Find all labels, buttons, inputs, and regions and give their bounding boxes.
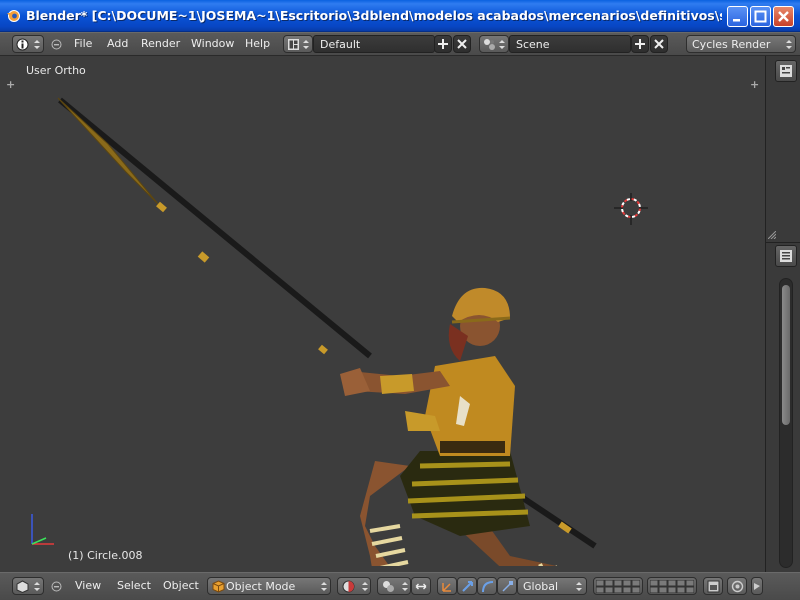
manipulator-toggle[interactable] [411, 577, 431, 595]
outliner-icon [780, 250, 792, 262]
updown-arrows-icon [34, 40, 40, 49]
proportional-edit-icon [731, 580, 744, 593]
orientation-dropdown[interactable]: Global [517, 577, 587, 595]
lock-camera-button[interactable] [703, 577, 723, 595]
menu-file[interactable]: File [74, 37, 92, 50]
rotate-manipulator-button[interactable] [457, 577, 477, 595]
rotate-icon [462, 581, 473, 592]
axis-gizmo-icon [31, 514, 54, 545]
manipulator-icon [415, 583, 427, 590]
add-scene-button[interactable] [631, 35, 649, 53]
active-object-label: (1) Circle.008 [68, 549, 143, 562]
region-toggle-left-icon[interactable]: + [6, 78, 15, 91]
maximize-icon [754, 10, 767, 23]
maximize-button[interactable] [750, 6, 771, 27]
delete-scene-button[interactable] [650, 35, 668, 53]
scrollbar-thumb[interactable] [782, 285, 790, 425]
updown-arrows-icon [402, 582, 408, 591]
view-label: User Ortho [26, 64, 86, 77]
scene-icon [484, 39, 495, 50]
snap-icon [754, 583, 760, 590]
properties-scrollbar[interactable] [779, 278, 793, 568]
rotate-arc-icon [482, 581, 494, 593]
minimize-icon [733, 19, 740, 22]
window-title: Blender* [C:\DOCUME~1\JOSEMA~1\Escritori… [26, 8, 722, 23]
properties-icon [780, 65, 792, 77]
shading-icon [342, 580, 355, 593]
pivot-dropdown[interactable] [377, 577, 411, 595]
close-icon [778, 11, 789, 22]
region-toggle-right-icon[interactable]: + [750, 78, 759, 91]
updown-arrows-icon [34, 582, 40, 591]
delete-screen-button[interactable] [453, 35, 471, 53]
menu-view[interactable]: View [75, 579, 101, 592]
editor-type-button[interactable] [12, 35, 44, 53]
scene-field[interactable]: Scene [509, 35, 631, 53]
translate-icon [442, 583, 451, 592]
shading-dropdown[interactable] [337, 577, 371, 595]
pivot-icon [383, 581, 394, 592]
collapse-menu-icon[interactable] [51, 39, 62, 50]
scene-browse-button[interactable] [479, 35, 509, 53]
outliner-panel-toggle[interactable] [775, 245, 797, 267]
add-screen-button[interactable] [434, 35, 452, 53]
menu-render[interactable]: Render [141, 37, 180, 50]
proportional-edit-button[interactable] [727, 577, 747, 595]
layers-group-2[interactable] [647, 577, 697, 595]
x-icon [457, 39, 467, 49]
info-header: File Add Render Window Help Default Scen… [0, 32, 800, 56]
menu-object[interactable]: Object [163, 579, 199, 592]
minimize-button[interactable] [727, 6, 748, 27]
scale-manipulator-button[interactable] [497, 577, 517, 595]
screen-layout-field[interactable]: Default [313, 35, 435, 53]
3d-view-header: View Select Object Object Mode Global [0, 572, 800, 600]
editor-type-button-3d[interactable] [12, 577, 44, 595]
collapse-menu-icon[interactable] [51, 581, 62, 592]
layers-icon [650, 580, 694, 593]
mode-dropdown[interactable]: Object Mode [207, 577, 331, 595]
rotate-arc-button[interactable] [477, 577, 497, 595]
panel-separator [766, 242, 800, 243]
lock-layers-icon [707, 580, 720, 593]
updown-arrows-icon [786, 40, 792, 49]
updown-arrows-icon [499, 40, 505, 49]
updown-arrows-icon [576, 582, 582, 591]
render-engine-dropdown[interactable]: Cycles Render [686, 35, 796, 53]
updown-arrows-icon [321, 582, 327, 591]
window-titlebar: Blender* [C:\DOCUME~1\JOSEMA~1\Escritori… [0, 0, 800, 32]
warrior-model[interactable] [40, 86, 660, 566]
scale-icon [502, 581, 513, 592]
blender-logo-icon [7, 10, 20, 22]
menu-help[interactable]: Help [245, 37, 270, 50]
3d-view-icon [16, 580, 29, 593]
properties-panel-toggle[interactable] [775, 60, 797, 82]
menu-select[interactable]: Select [117, 579, 151, 592]
plus-icon [438, 39, 448, 49]
translate-manipulator-button[interactable] [437, 577, 457, 595]
updown-arrows-icon [362, 582, 368, 591]
snap-button[interactable] [751, 577, 763, 595]
plus-icon [635, 39, 645, 49]
menu-add[interactable]: Add [107, 37, 128, 50]
x-icon [654, 39, 664, 49]
info-icon [16, 38, 29, 51]
3d-viewport[interactable]: User Ortho + + (1) Circle.008 [0, 56, 765, 572]
screen-layout-icon [288, 39, 299, 50]
updown-arrows-icon [303, 40, 309, 49]
resize-grip-icon[interactable] [768, 231, 776, 239]
layers-icon [596, 580, 640, 593]
menu-window[interactable]: Window [191, 37, 234, 50]
cube-icon [212, 580, 225, 593]
layers-group-1[interactable] [593, 577, 643, 595]
close-button[interactable] [773, 6, 794, 27]
screen-layout-browse-button[interactable] [283, 35, 313, 53]
